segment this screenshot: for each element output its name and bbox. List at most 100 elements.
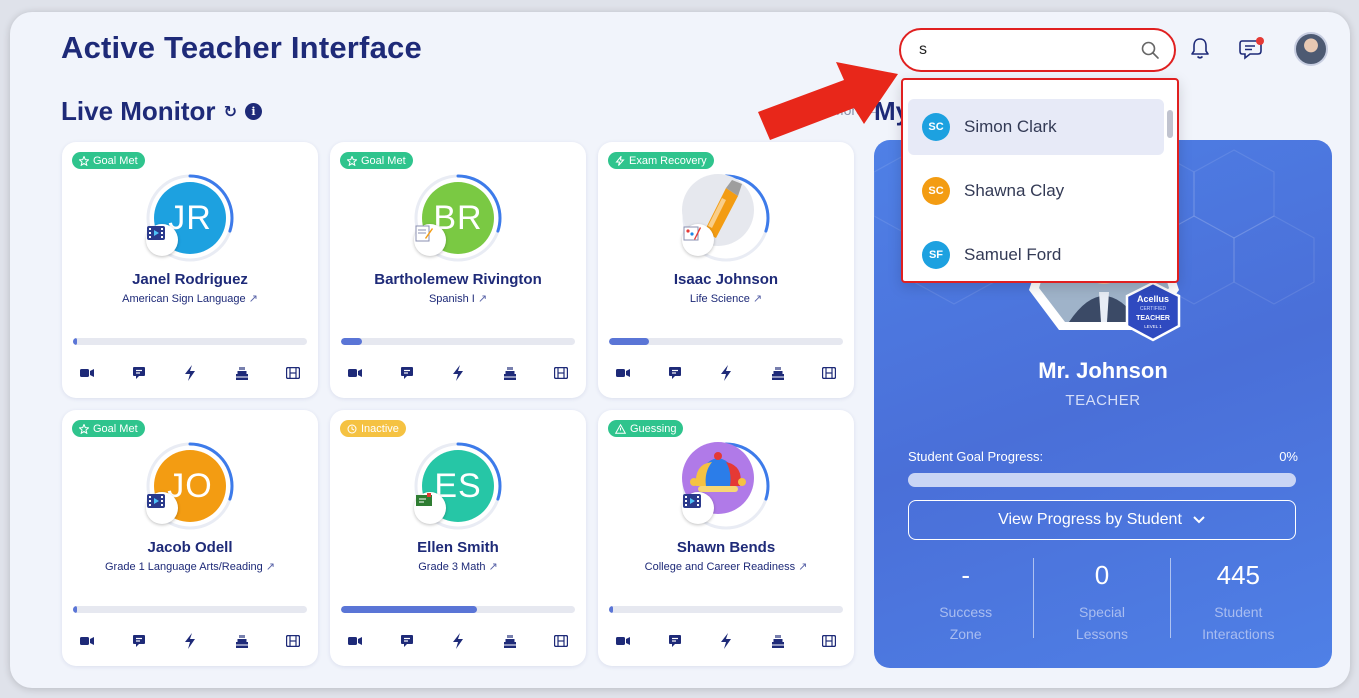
student-card[interactable]: Goal Met JO Jacob Odell Grade 1 Language… [62,410,318,666]
stat-label-line1: Special [1079,604,1125,620]
result-initials-badge: SF [922,241,950,269]
student-avatar[interactable]: JO [146,442,234,530]
film-button[interactable] [276,358,310,388]
cake-icon [503,366,517,381]
stat-label-line2: Zone [949,626,982,642]
notification-bell-icon[interactable] [1188,36,1212,62]
student-avatar[interactable]: JR [146,174,234,262]
cake-icon [503,634,517,649]
dropdown-scrollbar[interactable] [1167,110,1173,138]
chat-button[interactable] [390,626,424,656]
lightning-button[interactable] [173,626,207,656]
lightning-icon [184,633,196,649]
course-name: Spanish I [428,293,475,305]
film-button[interactable] [276,626,310,656]
chat-button[interactable] [122,626,156,656]
chat-icon [400,634,414,648]
student-card[interactable]: Inactive ES Ellen Smith Grade 3 Math ↗ [330,410,586,666]
search-result-item[interactable]: SC Simon Clark [908,99,1164,155]
student-card[interactable]: Goal Met JR Janel Rodriguez American Sig… [62,142,318,398]
student-name[interactable]: Shawn Bends [598,539,854,556]
video-camera-button[interactable] [338,358,372,388]
course-link[interactable]: American Sign Language ↗ [62,292,318,305]
view-progress-label: View Progress by Student [998,511,1182,528]
lightning-button[interactable] [441,358,475,388]
cake-button[interactable] [225,626,259,656]
video-camera-button[interactable] [70,358,104,388]
status-badge-label: Exam Recovery [629,154,707,167]
lightning-button[interactable] [709,358,743,388]
search-icon[interactable] [1140,40,1160,60]
view-progress-button[interactable]: View Progress by Student [908,500,1296,540]
chat-button[interactable] [658,626,692,656]
student-name[interactable]: Jacob Odell [62,539,318,556]
course-link[interactable]: Grade 1 Language Arts/Reading ↗ [62,560,318,573]
info-icon[interactable]: i [244,103,262,120]
cake-button[interactable] [761,626,795,656]
lightning-icon [720,365,732,381]
search-result-item[interactable]: SC Shawna Clay [908,163,1164,219]
student-name[interactable]: Isaac Johnson [598,271,854,288]
cake-button[interactable] [493,626,527,656]
lightning-icon [452,633,464,649]
student-name[interactable]: Janel Rodriguez [62,271,318,288]
cake-button[interactable] [493,358,527,388]
student-search[interactable] [899,28,1176,72]
film-button[interactable] [544,358,578,388]
search-input[interactable] [903,30,1123,70]
course-link[interactable]: Spanish I ↗ [330,292,586,305]
external-link-icon: ↗ [265,561,275,573]
chat-button[interactable] [122,358,156,388]
status-badge: Goal Met [72,420,145,437]
film-button[interactable] [544,626,578,656]
cake-button[interactable] [761,358,795,388]
video-camera-button[interactable] [338,626,372,656]
course-link[interactable]: Grade 3 Math ↗ [330,560,586,573]
student-avatar[interactable]: BR [414,174,502,262]
course-progress-fill [341,606,477,613]
course-link[interactable]: College and Career Readiness ↗ [598,560,854,573]
refresh-icon[interactable]: ↻ [224,102,237,122]
film-button[interactable] [812,358,846,388]
video-camera-button[interactable] [606,358,640,388]
user-avatar[interactable] [1294,32,1328,66]
annotation-arrow-icon [758,62,898,140]
video-camera-icon [80,636,94,646]
cake-icon [235,366,249,381]
messages-icon[interactable] [1238,36,1266,62]
chat-button[interactable] [390,358,424,388]
lightning-button[interactable] [441,626,475,656]
student-avatar[interactable] [682,442,770,530]
chat-icon [668,634,682,648]
external-link-icon: ↗ [477,293,488,305]
status-badge: Guessing [608,420,684,437]
course-name: Grade 1 Language Arts/Reading [105,561,263,573]
student-avatar[interactable] [682,174,770,262]
film-button[interactable] [812,626,846,656]
chat-button[interactable] [658,358,692,388]
film-icon [822,367,836,379]
live-monitor-title: Live Monitor [61,96,216,126]
student-card[interactable]: Exam Recovery Isaac Johnson Life Science… [598,142,854,398]
status-badge-label: Goal Met [361,154,406,167]
stat-label-line2: Interactions [1202,626,1275,642]
result-initials-badge: SC [922,113,950,141]
goal-progress-percent: 0% [1279,449,1298,464]
video-camera-icon [616,368,630,378]
status-badge: Goal Met [72,152,145,169]
lightning-button[interactable] [173,358,207,388]
student-name[interactable]: Ellen Smith [330,539,586,556]
video-camera-button[interactable] [606,626,640,656]
teacher-name: Mr. Johnson [1038,358,1168,383]
student-card[interactable]: Goal Met BR Bartholemew Rivington Spanis… [330,142,586,398]
student-avatar[interactable]: ES [414,442,502,530]
cake-button[interactable] [225,358,259,388]
chat-icon [668,366,682,380]
student-name[interactable]: Bartholemew Rivington [330,271,586,288]
video-camera-button[interactable] [70,626,104,656]
lightning-button[interactable] [709,626,743,656]
student-card[interactable]: Guessing Shawn Bends College and Career … [598,410,854,666]
stat-label: Special Lessons [1034,601,1169,645]
search-result-item[interactable]: SF Samuel Ford [908,227,1164,281]
course-link[interactable]: Life Science ↗ [598,292,854,305]
